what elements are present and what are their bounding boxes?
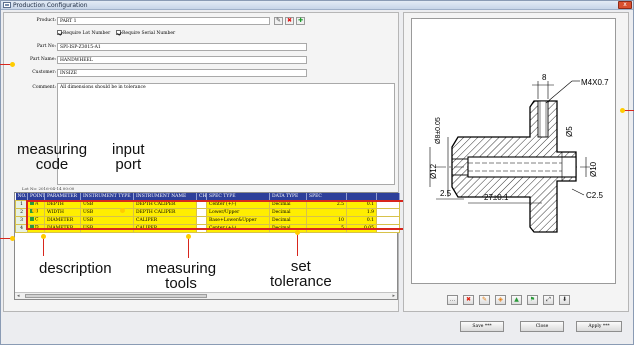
download-icon[interactable]: ⬇ [559,295,570,305]
col-header-spec[interactable]: SPEC [306,193,347,200]
annotation-set-tolerance: set tolerance [270,258,332,290]
table-horizontal-scrollbar[interactable]: ◂ ▸ [15,292,397,299]
lot-info-strip: Lot No: 2016-04-14 00:00 [22,186,75,191]
thread-hole [537,100,549,138]
dim-dia10: Ø10 [589,161,598,177]
comment-textarea[interactable]: All dimensions should be in tolerance [57,83,395,185]
delete-product-button[interactable]: ✖ [285,17,294,25]
close-window-button[interactable]: x [618,1,632,9]
dim-27: 27±0.1 [484,193,509,202]
annotation-measuring-code: measuring code [17,141,88,173]
part-drawing-canvas[interactable]: 8 M4X0.7 Ø8±0.05 Ø5 Ø12 Ø10 2.5 27±0.1 C… [411,18,616,284]
require-lot-checkbox[interactable]: Require Lot Number [57,30,110,36]
part-name-label: Part Name: [30,57,56,62]
flag-icon[interactable]: ⚑ [527,295,538,305]
require-serial-checkbox[interactable]: Require Serial Number [116,30,175,36]
col-header-data-type[interactable]: DATA TYPE [269,193,307,200]
scroll-left-icon[interactable]: ◂ [17,293,20,299]
dim-chamfer: C2.5 [586,191,603,200]
dim-dia5: Ø5 [565,126,574,137]
checkbox-check-icon [57,30,62,35]
annotation-measuring-tools: measuring tools [146,260,217,292]
mountain-image-icon[interactable]: ▲ [511,295,522,305]
annotation-marker [10,236,15,241]
product-label: Product: [36,18,56,23]
col-header-parameter[interactable]: PARAMETER [44,193,81,200]
require-serial-label: Require Serial Number [122,31,176,36]
annotation-leader [297,232,298,256]
leader-thread [545,80,573,104]
col-header-point[interactable]: POINT [27,193,45,200]
col-header-blank-1[interactable] [346,193,377,200]
require-lot-label: Require Lot Number [63,31,111,36]
annotation-marker [186,234,191,239]
part-no-label: Part No: [36,44,56,49]
customer-input[interactable]: INSIZE [57,69,307,77]
apply-button[interactable]: Apply *** [576,321,622,332]
checkbox-check-icon [116,30,121,35]
annotation-marker [32,208,37,213]
table-header-row: NO. POINT PARAMETER INSTRUMENT TYPE INST… [15,193,400,200]
annotation-leader [43,236,44,256]
comment-label: Comment: [32,85,56,90]
annotation-input-port: input port [112,141,145,173]
col-header-no[interactable]: NO. [15,193,28,200]
part-name-input[interactable]: HANDWHEEL [57,56,307,64]
leader-chamfer [571,188,585,196]
dim-8: 8 [542,73,547,82]
customer-label: Customer: [32,70,56,75]
edit-product-button[interactable]: ✎ [274,17,283,25]
dim-2-5: 2.5 [440,189,452,198]
scroll-right-icon[interactable]: ▸ [392,293,395,299]
annotation-marker [120,208,125,213]
annotation-leader [188,236,189,258]
product-select[interactable]: PART 1 [57,17,270,25]
tag-icon[interactable]: ◈ [495,295,506,305]
col-header-spec-type[interactable]: SPEC TYPE [206,193,270,200]
rows-highlight-box [26,200,407,230]
scroll-thumb[interactable] [25,294,207,298]
more-icon[interactable]: … [447,295,458,305]
resize-icon[interactable]: ⤢ [543,295,554,305]
dim-thread: M4X0.7 [581,78,609,87]
save-button[interactable]: Save *** [460,321,504,332]
col-header-instrument-type[interactable]: INSTRUMENT TYPE [80,193,134,200]
annotation-description: description [39,260,112,277]
title-bar: Production Configuration x [1,1,633,10]
annotation-marker [620,108,625,113]
delete-drawing-button[interactable]: ✖ [463,295,474,305]
pencil-icon[interactable]: ✎ [479,295,490,305]
col-header-instrument-name[interactable]: INSTRUMENT NAME [133,193,197,200]
col-header-blank-2[interactable] [376,193,400,200]
close-button[interactable]: Close [520,321,564,332]
annotation-marker [41,234,46,239]
dim-dia8: Ø8±0.05 [435,117,442,144]
part-no-input[interactable]: SPI-ISP-Z3015-A1 [57,43,307,51]
annotation-marker [10,62,15,67]
col-header-ch[interactable]: CH [196,193,207,200]
bore [467,156,577,178]
app-window-icon [3,2,11,8]
annotation-marker [295,230,300,235]
add-product-button[interactable]: ✚ [296,17,305,25]
dim-dia12: Ø12 [429,163,438,179]
handwheel-technical-drawing: 8 M4X0.7 Ø8±0.05 Ø5 Ø12 Ø10 2.5 27±0.1 C… [429,73,609,233]
window-title: Production Configuration [13,2,88,9]
